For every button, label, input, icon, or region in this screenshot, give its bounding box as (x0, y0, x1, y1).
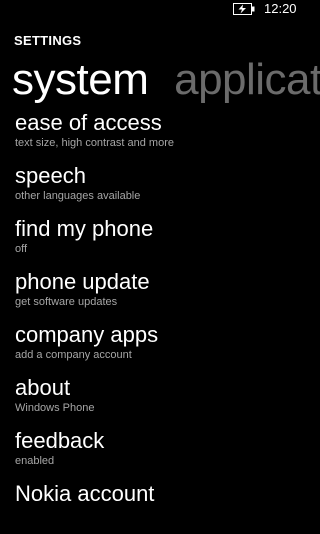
app-title: SETTINGS (14, 33, 82, 48)
setting-subtitle: Windows Phone (15, 402, 95, 414)
battery-charging-icon (233, 3, 255, 15)
setting-subtitle: add a company account (15, 349, 132, 361)
setting-phone-update[interactable]: phone update get software updates (15, 269, 300, 322)
setting-title: company apps (15, 322, 159, 347)
setting-title: find my phone (15, 216, 154, 241)
setting-title: speech (15, 163, 86, 188)
setting-title: about (15, 375, 71, 400)
setting-subtitle: get software updates (15, 296, 118, 308)
setting-speech[interactable]: speech other languages available (15, 163, 300, 216)
setting-subtitle: other languages available (15, 190, 141, 202)
setting-title: ease of access (15, 110, 162, 135)
setting-find-my-phone[interactable]: find my phone off (15, 216, 300, 269)
setting-subtitle: enabled (15, 455, 55, 467)
setting-ease-of-access[interactable]: ease of access text size, high contrast … (15, 110, 300, 163)
setting-title: Nokia account (15, 481, 155, 506)
clock: 12:20 (264, 1, 297, 16)
tab-applications[interactable]: applicat (174, 58, 320, 102)
setting-nokia-account[interactable]: Nokia account (15, 481, 300, 534)
setting-subtitle: text size, high contrast and more (15, 137, 174, 149)
setting-about[interactable]: about Windows Phone (15, 375, 300, 428)
setting-feedback[interactable]: feedback enabled (15, 428, 300, 481)
setting-title: feedback (15, 428, 105, 453)
setting-title: phone update (15, 269, 150, 294)
status-bar: 12:20 (0, 0, 300, 20)
tab-system[interactable]: system (12, 58, 149, 102)
pivot-header: system applicat (12, 58, 320, 102)
setting-subtitle: off (15, 243, 28, 255)
settings-list: ease of access text size, high contrast … (15, 110, 300, 534)
setting-company-apps[interactable]: company apps add a company account (15, 322, 300, 375)
